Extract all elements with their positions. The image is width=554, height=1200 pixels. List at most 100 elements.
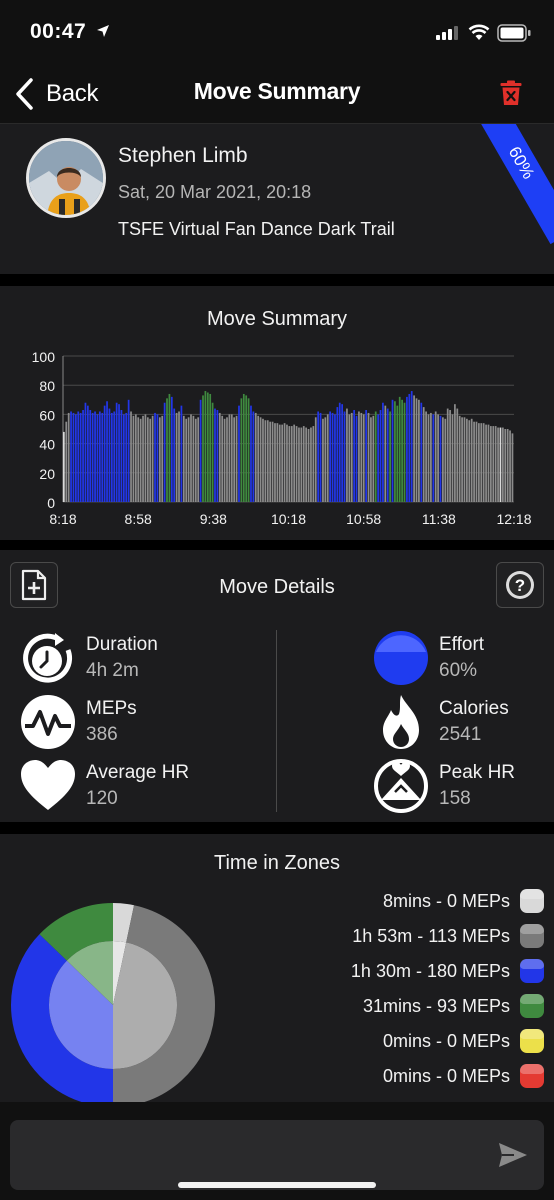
move-details-card: Move Details ? Duration 4h 2m MEPs 386 A… (0, 550, 554, 822)
chart-bar (492, 426, 495, 502)
chart-bar (86, 405, 89, 502)
chart-bar (434, 411, 437, 502)
chart-bar (250, 405, 252, 502)
chart-bar (158, 417, 161, 502)
chart-bar (324, 417, 327, 502)
chart-bar (144, 414, 147, 502)
chart-y-tick-label: 60 (39, 407, 55, 423)
chart-bar (415, 398, 418, 502)
chart-bar (420, 402, 423, 502)
chart-bar (65, 421, 68, 502)
zone-legend-label: 8mins - 0 MEPs (382, 890, 510, 911)
chart-bar (511, 433, 514, 502)
chart-bar (238, 405, 240, 502)
chart-bar (125, 412, 128, 502)
chart-bar (295, 426, 298, 502)
chart-bar (221, 415, 224, 502)
chart-bar (442, 417, 444, 502)
chart-bar (451, 414, 454, 502)
chart-bar (82, 410, 84, 502)
chart-bar (72, 412, 75, 502)
chart-bar (106, 401, 108, 502)
zone-legend-label: 1h 30m - 180 MEPs (350, 960, 510, 981)
chart-bar (257, 415, 260, 502)
peak-hr-label: Peak HR (439, 762, 516, 783)
chart-bar (398, 396, 401, 502)
chart-bar (211, 402, 214, 502)
chart-bar (120, 410, 123, 502)
home-indicator (178, 1182, 376, 1188)
location-arrow-icon (97, 25, 109, 37)
chart-bar (170, 396, 173, 502)
chart-bar (384, 405, 387, 502)
chart-bar (70, 411, 72, 502)
effort-ribbon: 60% (465, 124, 554, 245)
chart-bar (281, 424, 284, 502)
zone-legend-item: 0mins - 0 MEPs (383, 1028, 544, 1054)
chart-bar (382, 402, 384, 502)
chart-x-tick-label: 12:18 (496, 511, 531, 527)
calories-value: 2541 (439, 724, 482, 745)
chart-bar (288, 426, 291, 502)
chart-bar (235, 415, 238, 502)
zone-color-chip (520, 889, 544, 913)
chart-y-tick-label: 20 (39, 466, 55, 482)
chart-bar (132, 415, 135, 502)
chart-bar (391, 399, 394, 502)
chart-y-tick-label: 80 (39, 378, 55, 394)
chart-bar (101, 412, 104, 502)
chart-bar (343, 411, 346, 502)
chart-bar (137, 417, 140, 502)
chart-bar (163, 402, 166, 502)
chart-bar (247, 398, 250, 502)
comment-input[interactable] (10, 1120, 544, 1190)
chart-bar (509, 430, 511, 502)
chart-bar (290, 426, 293, 502)
chart-x-tick-label: 9:38 (200, 511, 227, 527)
chart-y-tick-label: 40 (39, 437, 55, 453)
chart-bar (482, 423, 485, 502)
chart-bar (139, 418, 142, 502)
delete-button[interactable] (500, 80, 522, 111)
send-icon (499, 1143, 527, 1167)
chart-y-tick-label: 100 (32, 349, 56, 365)
effort-label: Effort (439, 634, 485, 655)
chart-bar (74, 414, 77, 502)
zone-legend-item: 8mins - 0 MEPs (383, 888, 544, 914)
chart-bar (322, 418, 324, 502)
chart-bar (115, 402, 118, 502)
chart-bar (427, 414, 430, 502)
chart-bar (283, 423, 286, 502)
chart-bar (379, 410, 382, 502)
duration-value: 4h 2m (86, 660, 139, 681)
help-button[interactable]: ? (496, 562, 544, 608)
chart-bar (197, 417, 200, 502)
chart-bar (204, 391, 207, 502)
move-summary-chart: 100 80 60 40 20 08:18 8:58 9:38 10:18 10:58 11:38 1… (32, 349, 532, 527)
chart-bar (146, 417, 149, 502)
avatar[interactable] (26, 138, 106, 218)
chart-bar (480, 423, 483, 502)
chart-bar (175, 412, 178, 502)
send-button[interactable] (498, 1142, 528, 1173)
chart-bar (475, 421, 478, 502)
chart-bar (348, 414, 351, 502)
chart-bar (418, 399, 420, 502)
chart-bar (180, 405, 183, 502)
chart-bar (206, 392, 209, 502)
chart-bar (89, 410, 92, 502)
chart-bar (103, 405, 106, 502)
chart-bar (497, 427, 499, 502)
zone-color-chip (520, 1064, 544, 1088)
chart-bar (456, 408, 459, 502)
chart-bar (374, 411, 377, 502)
nav-bar: Back Move Summary (0, 66, 554, 124)
chart-x-tick-label: 8:58 (125, 511, 152, 527)
chart-bar (334, 414, 336, 502)
chart-bar (194, 418, 197, 502)
chart-bar (168, 393, 171, 502)
chart-bar (305, 427, 308, 502)
chart-bar (242, 393, 245, 502)
status-bar: 00:47 (0, 0, 554, 66)
chart-bar (358, 411, 360, 502)
